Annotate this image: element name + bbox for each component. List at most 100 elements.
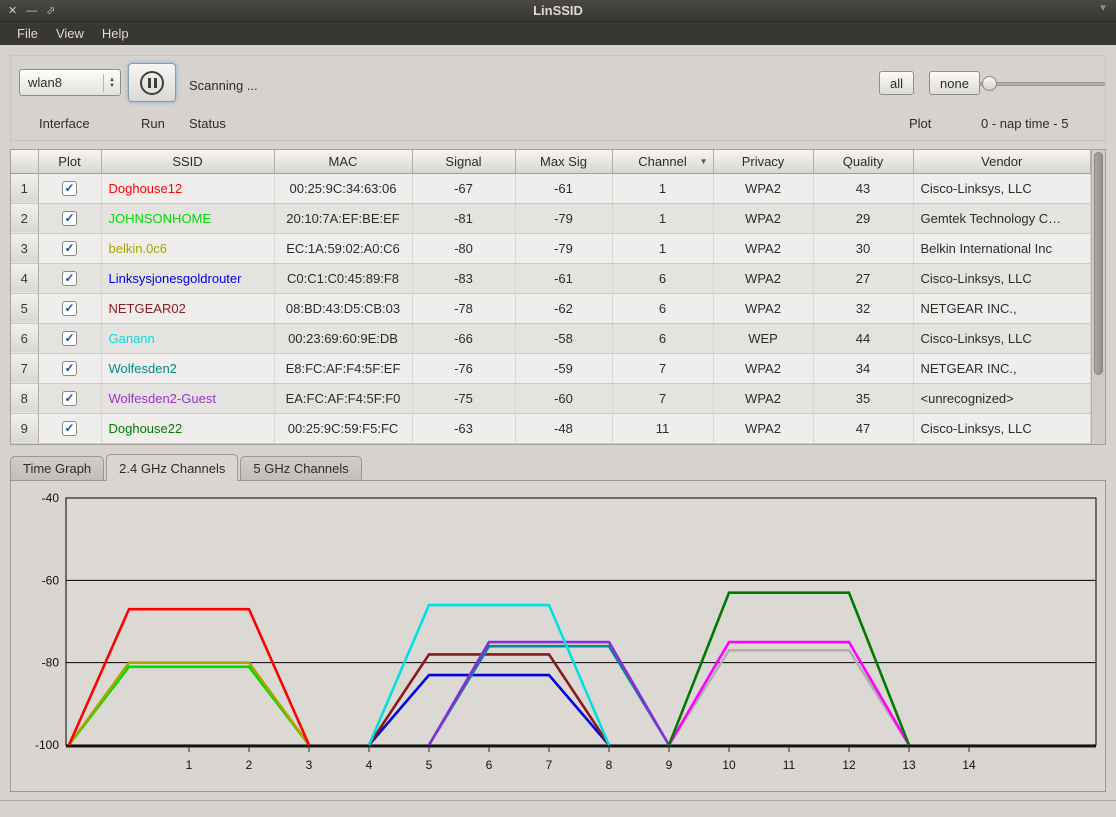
signal-cell: -75 [412, 383, 515, 413]
column-header-ssid[interactable]: SSID [101, 150, 274, 173]
interface-select[interactable]: wlan8 ▲▼ [19, 69, 121, 96]
privacy-cell: WPA2 [713, 413, 813, 443]
privacy-cell: WPA2 [713, 353, 813, 383]
window-controls: ✕ — ⬀ [8, 0, 55, 22]
signal-cell: -78 [412, 293, 515, 323]
x-tick-label: 8 [606, 758, 613, 772]
column-header-label: Privacy [742, 154, 785, 169]
plot-checkbox[interactable]: ✓ [62, 211, 77, 226]
table-row[interactable]: 5✓NETGEAR0208:BD:43:D5:CB:03-78-626WPA23… [11, 293, 1091, 323]
max-sig-cell: -59 [515, 353, 612, 383]
column-header-privacy[interactable]: Privacy [713, 150, 813, 173]
column-header-mac[interactable]: MAC [274, 150, 412, 173]
vendor-cell: Belkin International Inc [913, 233, 1091, 263]
table-header-row: PlotSSIDMACSignalMax SigChannel▼ Privacy Q… [11, 150, 1091, 173]
vendor-cell: Gemtek Technology C… [913, 203, 1091, 233]
spinner-arrows-icon[interactable]: ▲▼ [103, 74, 115, 92]
titlebar[interactable]: ✕ — ⬀ LinSSID ▼ [0, 0, 1116, 22]
x-tick-label: 4 [366, 758, 373, 772]
max-sig-cell: -58 [515, 323, 612, 353]
ssid-cell: Doghouse12 [101, 173, 274, 203]
table-row[interactable]: 6✓Ganann00:23:69:60:9E:DB-66-586WEP44Cis… [11, 323, 1091, 353]
x-tick-label: 11 [783, 758, 796, 772]
scrollbar-thumb[interactable] [1094, 152, 1103, 375]
quality-cell: 27 [813, 263, 913, 293]
table-row[interactable]: 4✓LinksysjonesgoldrouterC0:C1:C0:45:89:F… [11, 263, 1091, 293]
table-row[interactable]: 9✓Doghouse2200:25:9C:59:F5:FC-63-4811WPA… [11, 413, 1091, 443]
plot-checkbox[interactable]: ✓ [62, 361, 77, 376]
mac-cell: EC:1A:59:02:A0:C6 [274, 233, 412, 263]
table-row[interactable]: 2✓JOHNSONHOME20:10:7A:EF:BE:EF-81-791WPA… [11, 203, 1091, 233]
maximize-icon[interactable]: ⬀ [46, 6, 55, 17]
signal-cell: -80 [412, 233, 515, 263]
privacy-cell: WPA2 [713, 263, 813, 293]
menu-item-file[interactable]: File [8, 23, 47, 44]
run-pause-button[interactable] [128, 63, 176, 102]
quality-cell: 32 [813, 293, 913, 323]
privacy-cell: WEP [713, 323, 813, 353]
chevron-down-icon[interactable]: ▼ [1098, 3, 1108, 14]
menubar: FileViewHelp [0, 22, 1116, 45]
mac-cell: 00:23:69:60:9E:DB [274, 323, 412, 353]
slider-handle[interactable] [982, 76, 997, 91]
table-row[interactable]: 8✓Wolfesden2-GuestEA:FC:AF:F4:5F:F0-75-6… [11, 383, 1091, 413]
signal-cell: -83 [412, 263, 515, 293]
plot-checkbox[interactable]: ✓ [62, 301, 77, 316]
plot-label: Plot [909, 116, 931, 131]
tab-5-ghz-channels[interactable]: 5 GHz Channels [240, 456, 361, 480]
column-header-max-sig[interactable]: Max Sig [515, 150, 612, 173]
minimize-icon[interactable]: — [26, 6, 37, 17]
column-header-channel[interactable]: Channel▼ [612, 150, 713, 173]
row-number[interactable]: 9 [11, 413, 38, 443]
column-header-signal[interactable]: Signal [412, 150, 515, 173]
mac-cell: C0:C1:C0:45:89:F8 [274, 263, 412, 293]
menu-item-view[interactable]: View [47, 23, 93, 44]
plot-checkbox[interactable]: ✓ [62, 271, 77, 286]
tab-2.4-ghz-channels[interactable]: 2.4 GHz Channels [106, 454, 238, 481]
plot-checkbox[interactable]: ✓ [62, 181, 77, 196]
row-number[interactable]: 3 [11, 233, 38, 263]
row-number[interactable]: 6 [11, 323, 38, 353]
ssid-cell: NETGEAR02 [101, 293, 274, 323]
row-number[interactable]: 1 [11, 173, 38, 203]
plot-checkbox[interactable]: ✓ [62, 421, 77, 436]
column-header-plot[interactable]: Plot [38, 150, 101, 173]
vendor-cell: Cisco-Linksys, LLC [913, 173, 1091, 203]
plot-checkbox[interactable]: ✓ [62, 331, 77, 346]
max-sig-cell: -48 [515, 413, 612, 443]
menu-item-help[interactable]: Help [93, 23, 138, 44]
close-icon[interactable]: ✕ [8, 6, 17, 17]
table-row[interactable]: 7✓Wolfesden2E8:FC:AF:F4:5F:EF-76-597WPA2… [11, 353, 1091, 383]
x-tick-label: 9 [666, 758, 673, 772]
plot-checkbox[interactable]: ✓ [62, 391, 77, 406]
plot-checkbox[interactable]: ✓ [62, 241, 77, 256]
vendor-cell: Cisco-Linksys, LLC [913, 323, 1091, 353]
row-number[interactable]: 7 [11, 353, 38, 383]
row-number[interactable]: 2 [11, 203, 38, 233]
x-tick-label: 6 [486, 758, 493, 772]
column-header-label: Vendor [981, 154, 1022, 169]
ssid-cell: JOHNSONHOME [101, 203, 274, 233]
tab-time-graph[interactable]: Time Graph [10, 456, 104, 480]
plot-all-button[interactable]: all [879, 71, 914, 95]
vendor-cell: Cisco-Linksys, LLC [913, 263, 1091, 293]
main-content: wlan8 ▲▼ Scanning ... all none Interface… [0, 45, 1116, 800]
plot-area [66, 498, 1096, 745]
plot-cell: ✓ [38, 263, 101, 293]
column-header-vendor[interactable]: Vendor [913, 150, 1091, 173]
vendor-cell: NETGEAR INC., [913, 353, 1091, 383]
x-tick-label: 12 [842, 758, 856, 772]
table-row[interactable]: 1✓Doghouse1200:25:9C:34:63:06-67-611WPA2… [11, 173, 1091, 203]
table-row[interactable]: 3✓belkin.0c6EC:1A:59:02:A0:C6-80-791WPA2… [11, 233, 1091, 263]
row-number[interactable]: 8 [11, 383, 38, 413]
plot-none-button[interactable]: none [929, 71, 980, 95]
vertical-scrollbar[interactable] [1091, 150, 1105, 444]
max-sig-cell: -62 [515, 293, 612, 323]
channel-cell: 7 [612, 353, 713, 383]
column-header-label: Channel [638, 154, 686, 169]
row-number[interactable]: 5 [11, 293, 38, 323]
ssid-cell: Doghouse22 [101, 413, 274, 443]
nap-time-slider[interactable] [979, 74, 1105, 94]
column-header-quality[interactable]: Quality [813, 150, 913, 173]
row-number[interactable]: 4 [11, 263, 38, 293]
